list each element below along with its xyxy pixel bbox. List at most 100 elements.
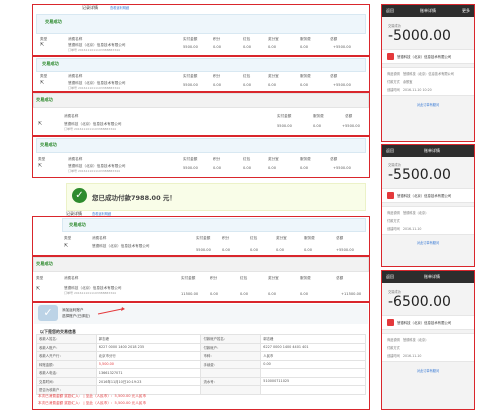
detail-value: 13661327071 [95,368,202,378]
col-service: 服务费 [300,74,311,78]
more-button[interactable]: 更多 [462,8,470,14]
col-type: 类型 [36,276,44,280]
phone-merchant: 慧德科技（北京）信息技术有限公司 [397,194,452,198]
status-band [33,257,369,272]
col-reward: 奖分宝 [268,37,279,41]
col-type: 类型 [64,236,72,240]
transfer-icon: ⇱ [36,286,41,292]
merchant-logo-icon [387,319,394,326]
col-type: 类型 [38,157,46,161]
transfer-icon: ⇱ [38,163,43,169]
detail-key [200,385,262,395]
detail-value: 5,500.00 [95,359,202,369]
col-total: 总额 [330,157,338,161]
row-key: 创建时间 [387,88,400,92]
phone-amount: -5500.00 [388,167,451,183]
service-value: 0.00 [313,124,322,128]
row-key: 付款方式 [387,80,400,84]
col-paid: 实付金额 [183,37,198,41]
row-value: 余额宝 [402,80,413,84]
col-points: 积分 [213,74,221,78]
col-service: 服务费 [300,157,311,161]
col-type: 类型 [40,74,48,78]
phone-title: 账单详情 [424,274,440,279]
total-value: +5500.00 [342,124,360,128]
transfer-icon: ⇱ [64,243,69,249]
detail-key: 收款人开户行： [36,351,97,361]
detail-value: 6227 0000 1400 4401 401 [260,342,366,352]
reward-value: 0.00 [268,83,277,87]
points-value: 0.00 [213,83,222,87]
row-value: 2016-11-10 [402,354,422,358]
col-reward: 奖分宝 [268,276,279,280]
col-redpack: 红包 [250,236,258,240]
col-total: 总额 [336,236,344,240]
status-band [36,14,366,34]
detail-row: 收款人电话： 13661327071 [36,368,366,378]
points-value: 0.00 [213,166,222,170]
paid-value: 5500.00 [196,248,211,252]
points-value: 0.00 [210,292,219,296]
paid-value: 11500.00 [181,292,199,296]
col-paid: 实付金额 [277,114,292,118]
upload-line-2: 选择账户(已绑定) [62,314,90,318]
detail-value: 人民币 [260,351,366,361]
back-button[interactable]: 返回 [386,148,394,154]
detail-row: 收款人姓名： 郭志峰 付款帐户姓名： 郭志峰 [36,334,366,344]
col-total: 总额 [336,276,344,280]
question-link[interactable]: 对此订单有疑问 [417,103,439,107]
rebate-link[interactable]: 查看返利明细 [110,5,129,10]
success-message: 您已成功付款7988.00 元！ [92,194,176,202]
redpack-value: 0.00 [243,83,252,87]
merchant-name: 慧德科技（北京）信息技术有限公司 [92,244,150,248]
service-value: 0.00 [300,166,309,170]
status-band [62,218,366,232]
detail-key: 收款人账户： [36,342,97,352]
status-band [36,58,366,72]
row-value: 2016-11-10 10:20 [402,88,432,92]
col-name: 消费名称 [92,236,107,240]
upload-line-1: 添加返利账户 [62,308,84,312]
detail-value [95,385,202,395]
row-value: 慧德科技（北京）信息技术有限公司 [402,72,454,76]
service-value: 0.00 [300,83,309,87]
success-check-icon: ✓ [72,188,87,203]
status-text: 交易成功 [69,222,86,227]
status-text: 交易成功 [45,19,62,24]
row-key: 创建时间 [387,227,400,231]
status-band [36,138,366,153]
reward-value: 0.00 [268,166,277,170]
record-heading: 记录详情 [82,5,98,10]
phone-topbar: 返回 账单详情 [382,145,474,157]
total-value: +5500.00 [333,45,351,49]
detail-key: 交易时间： [36,376,97,386]
status-text: 交易成功 [42,61,59,66]
phone-screen-1: 返回 账单详情 更多 交易成功 -5000.00 慧德科技（北京）信息技术有限公… [381,4,475,142]
col-name: 消费名称 [68,74,83,78]
detail-key [200,368,262,378]
row-value: 2016-11-10 [402,227,422,231]
transfer-icon: ⇱ [40,80,45,86]
col-total: 总额 [330,74,338,78]
col-service: 服务费 [313,114,324,118]
detail-key: 转账金额： [36,359,97,369]
col-redpack: 红包 [243,157,251,161]
row-value: 慧德科技（北京） [402,211,429,215]
col-redpack: 红包 [240,276,248,280]
detail-key: 是否为收款户： [36,385,97,395]
question-link[interactable]: 对此订单有疑问 [417,241,439,245]
order-no: 订单号 2016111011103388883344 [68,169,120,173]
col-reward: 奖分宝 [268,74,279,78]
back-button[interactable]: 返回 [386,274,394,280]
redpack-value: 0.00 [250,248,259,252]
phone-amount: -5000.00 [388,28,451,44]
col-service: 服务费 [300,37,311,41]
detail-row: 收款人账户： 6227 0000 1400 2018 235 付款帐户： 6227 0… [36,342,366,352]
merchant-logo-icon [387,192,394,199]
detail-value: 郭志峰 [95,334,202,344]
detail-value: 510000711025 [260,376,366,386]
question-link[interactable]: 对此订单有疑问 [417,369,439,373]
back-button[interactable]: 返回 [386,8,394,14]
phone-title: 账单详情 [420,8,436,13]
redpack-value: 0.00 [240,292,249,296]
